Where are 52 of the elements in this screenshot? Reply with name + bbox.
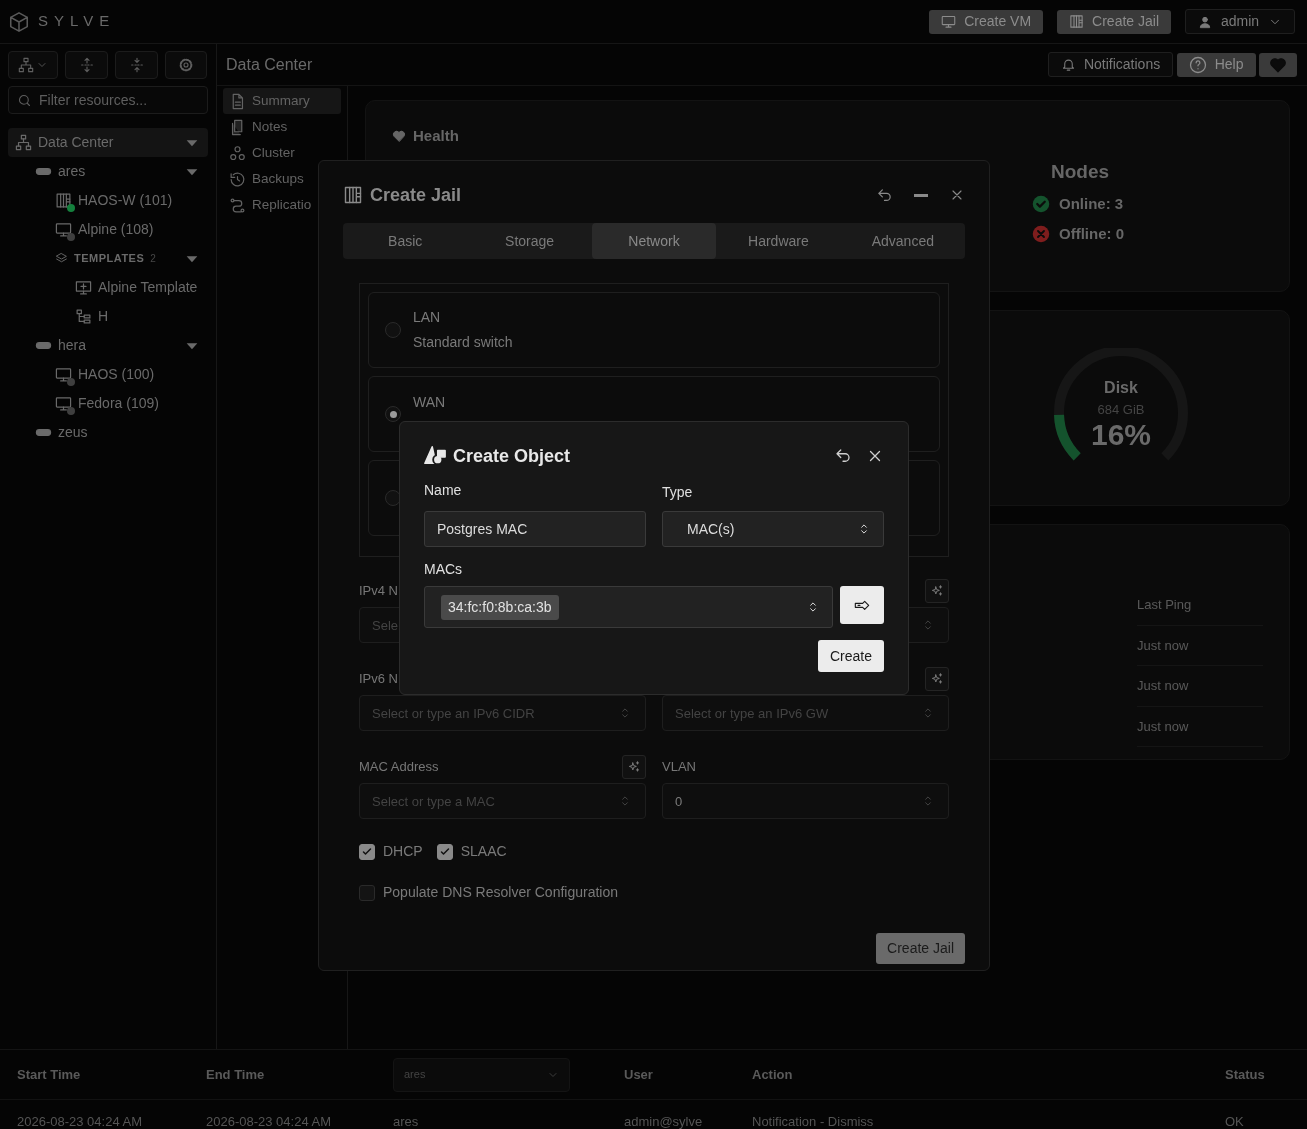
nodes-title: Nodes (1051, 159, 1111, 184)
column-header: User (624, 1065, 654, 1084)
tree-item-label: HAOS-W (101) (78, 191, 173, 210)
checkbox-label: SLAAC (460, 842, 507, 861)
table-cell-text: admin@sylve (624, 1113, 704, 1129)
table-cell-text: Notification - Dismiss (752, 1113, 875, 1129)
breadcrumb-title: Data Center (226, 54, 313, 75)
card-title: Health (413, 126, 459, 146)
brand-name: SYLVE (38, 11, 116, 32)
column-header: Start Time (17, 1065, 82, 1084)
tree-item-label: Fedora (109) (78, 394, 159, 413)
mac-tag: 34:fc:f0:8b:ca:3b (441, 594, 559, 620)
gauge-label: Disk (1104, 378, 1138, 398)
field-label: IPv6 N (359, 670, 398, 689)
switch-name: LAN (413, 308, 442, 328)
table-cell: Just now (1137, 665, 1263, 706)
tree-item-label: TEMPLATES (74, 251, 145, 267)
online-count: Online: 3 (1059, 194, 1124, 214)
table-cell-text: ares (393, 1113, 420, 1129)
item-count: 2 (150, 252, 156, 266)
column-header: Action (752, 1065, 794, 1084)
dialog-title: Create Jail (370, 183, 462, 207)
switch-description: Standard switch (413, 332, 513, 352)
field-label: Name (424, 481, 463, 500)
field-label: Type (662, 483, 694, 502)
tree-item-label: Alpine Template (98, 278, 198, 297)
gauge-size: 684 GiB (1097, 401, 1145, 419)
checkbox-label: Populate DNS Resolver Configuration (383, 883, 618, 902)
tree-item-label: HAOS (100) (78, 365, 155, 384)
tree-item-label: ares (58, 162, 86, 181)
table-cell-text: 2026-08-23 04:24 AM (17, 1113, 144, 1129)
gauge-percent: 16% (1090, 419, 1151, 450)
table-cell: Just now (1137, 625, 1263, 666)
field-label: MACs (424, 560, 464, 579)
tree-item-label: Alpine (108) (78, 220, 154, 239)
checkbox-label: DHCP (383, 842, 423, 861)
table-cell-text: OK (1225, 1113, 1245, 1129)
table-cell: Just now (1137, 706, 1263, 747)
tree-item-label: zeus (58, 423, 88, 442)
field-label: VLAN (662, 758, 696, 777)
select-value: MAC(s) (687, 519, 735, 539)
offline-count: Offline: 0 (1059, 223, 1124, 244)
column-header: Last Ping (1137, 585, 1263, 625)
tree-item-label: Data Center (38, 133, 114, 152)
field-label: IPv4 N (359, 582, 398, 601)
tree-item-label: H (98, 307, 109, 326)
field-label: MAC Address (359, 758, 439, 777)
tree-item-label: hera (58, 336, 87, 355)
column-header: Status (1225, 1065, 1266, 1084)
column-header: End Time (206, 1065, 266, 1084)
table-cell-text: 2026-08-23 04:24 AM (206, 1113, 333, 1129)
switch-name: WAN (413, 392, 446, 412)
